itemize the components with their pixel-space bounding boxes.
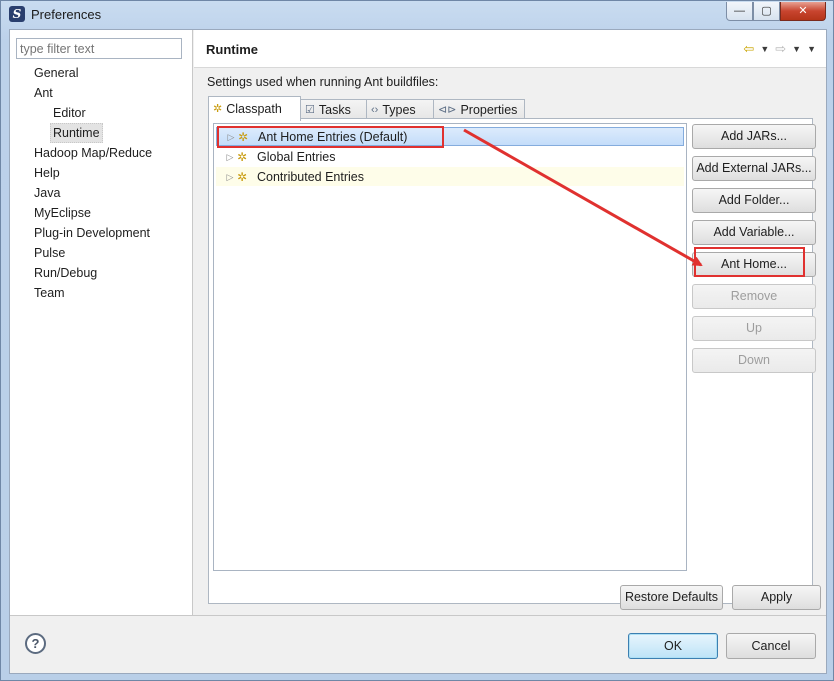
tab-types[interactable]: ‹› Types: [366, 99, 434, 120]
types-icon: ‹›: [371, 103, 379, 116]
tree-item-plugin-development[interactable]: Plug-in Development: [32, 224, 152, 244]
minimize-button[interactable]: —: [726, 2, 753, 21]
tab-properties[interactable]: ⊲⊳ Properties: [433, 99, 525, 120]
maximize-button[interactable]: ▢: [753, 2, 780, 21]
properties-icon: ⊲⊳: [438, 103, 457, 116]
tree-item-help[interactable]: Help: [32, 164, 62, 184]
forward-dropdown-icon[interactable]: ▼: [792, 44, 801, 54]
back-arrow-icon[interactable]: ⇦: [743, 41, 754, 57]
restore-defaults-button[interactable]: Restore Defaults: [620, 585, 723, 610]
page-header: Runtime ⇦ ▼ ⇨ ▼ ▼: [194, 30, 826, 68]
tree-item-myeclipse[interactable]: MyEclipse: [32, 204, 93, 224]
tree-item-ant[interactable]: Ant: [32, 84, 55, 104]
annotation-arrow: [463, 128, 703, 267]
tab-classpath[interactable]: ✲ Classpath: [208, 96, 301, 121]
tab-label: Properties: [460, 102, 518, 117]
close-button[interactable]: ✕: [780, 2, 826, 21]
tab-label: Tasks: [318, 102, 351, 117]
page-title: Runtime: [206, 42, 258, 57]
dialog-client-area: General Ant Editor Runtime Hadoop Map/Re…: [9, 29, 827, 674]
page-navigation: ⇦ ▼ ⇨ ▼ ▼: [743, 40, 816, 58]
tree-item-hadoop[interactable]: Hadoop Map/Reduce: [32, 144, 154, 164]
tab-label: Classpath: [226, 101, 282, 116]
filter-input[interactable]: [16, 38, 182, 59]
ok-button[interactable]: OK: [628, 633, 718, 659]
tree-item-pulse[interactable]: Pulse: [32, 244, 67, 264]
tasks-icon: ☑: [305, 103, 315, 116]
tab-tasks[interactable]: ☑ Tasks: [300, 99, 367, 120]
window-title: Preferences: [31, 7, 102, 22]
page-description: Settings used when running Ant buildfile…: [207, 75, 439, 89]
tree-item-runtime[interactable]: Runtime: [50, 123, 103, 143]
forward-arrow-icon[interactable]: ⇨: [775, 41, 786, 57]
tree-item-editor[interactable]: Editor: [51, 104, 88, 124]
tree-item-team[interactable]: Team: [32, 284, 67, 304]
back-dropdown-icon[interactable]: ▼: [760, 44, 769, 54]
preferences-window: S Preferences — ▢ ✕ General Ant Editor R…: [0, 0, 834, 681]
preference-page: Runtime ⇦ ▼ ⇨ ▼ ▼ Settings used when run…: [194, 30, 826, 615]
tree-item-java[interactable]: Java: [32, 184, 62, 204]
app-icon: S: [9, 6, 25, 22]
tab-label: Types: [382, 102, 416, 117]
classpath-panel: ▷ ✲ Ant Home Entries (Default) ▷ ✲ Globa…: [208, 118, 816, 604]
tree-item-run-debug[interactable]: Run/Debug: [32, 264, 99, 284]
tree-item-general[interactable]: General: [32, 64, 80, 84]
button-bar-separator: [10, 615, 826, 616]
view-menu-icon[interactable]: ▼: [807, 44, 816, 54]
cancel-button[interactable]: Cancel: [726, 633, 816, 659]
classpath-icon: ✲: [213, 102, 223, 115]
apply-button[interactable]: Apply: [732, 585, 821, 610]
preference-tree-pane: General Ant Editor Runtime Hadoop Map/Re…: [10, 30, 193, 615]
help-icon[interactable]: ?: [25, 633, 46, 654]
title-bar[interactable]: S Preferences — ▢ ✕: [1, 1, 833, 29]
